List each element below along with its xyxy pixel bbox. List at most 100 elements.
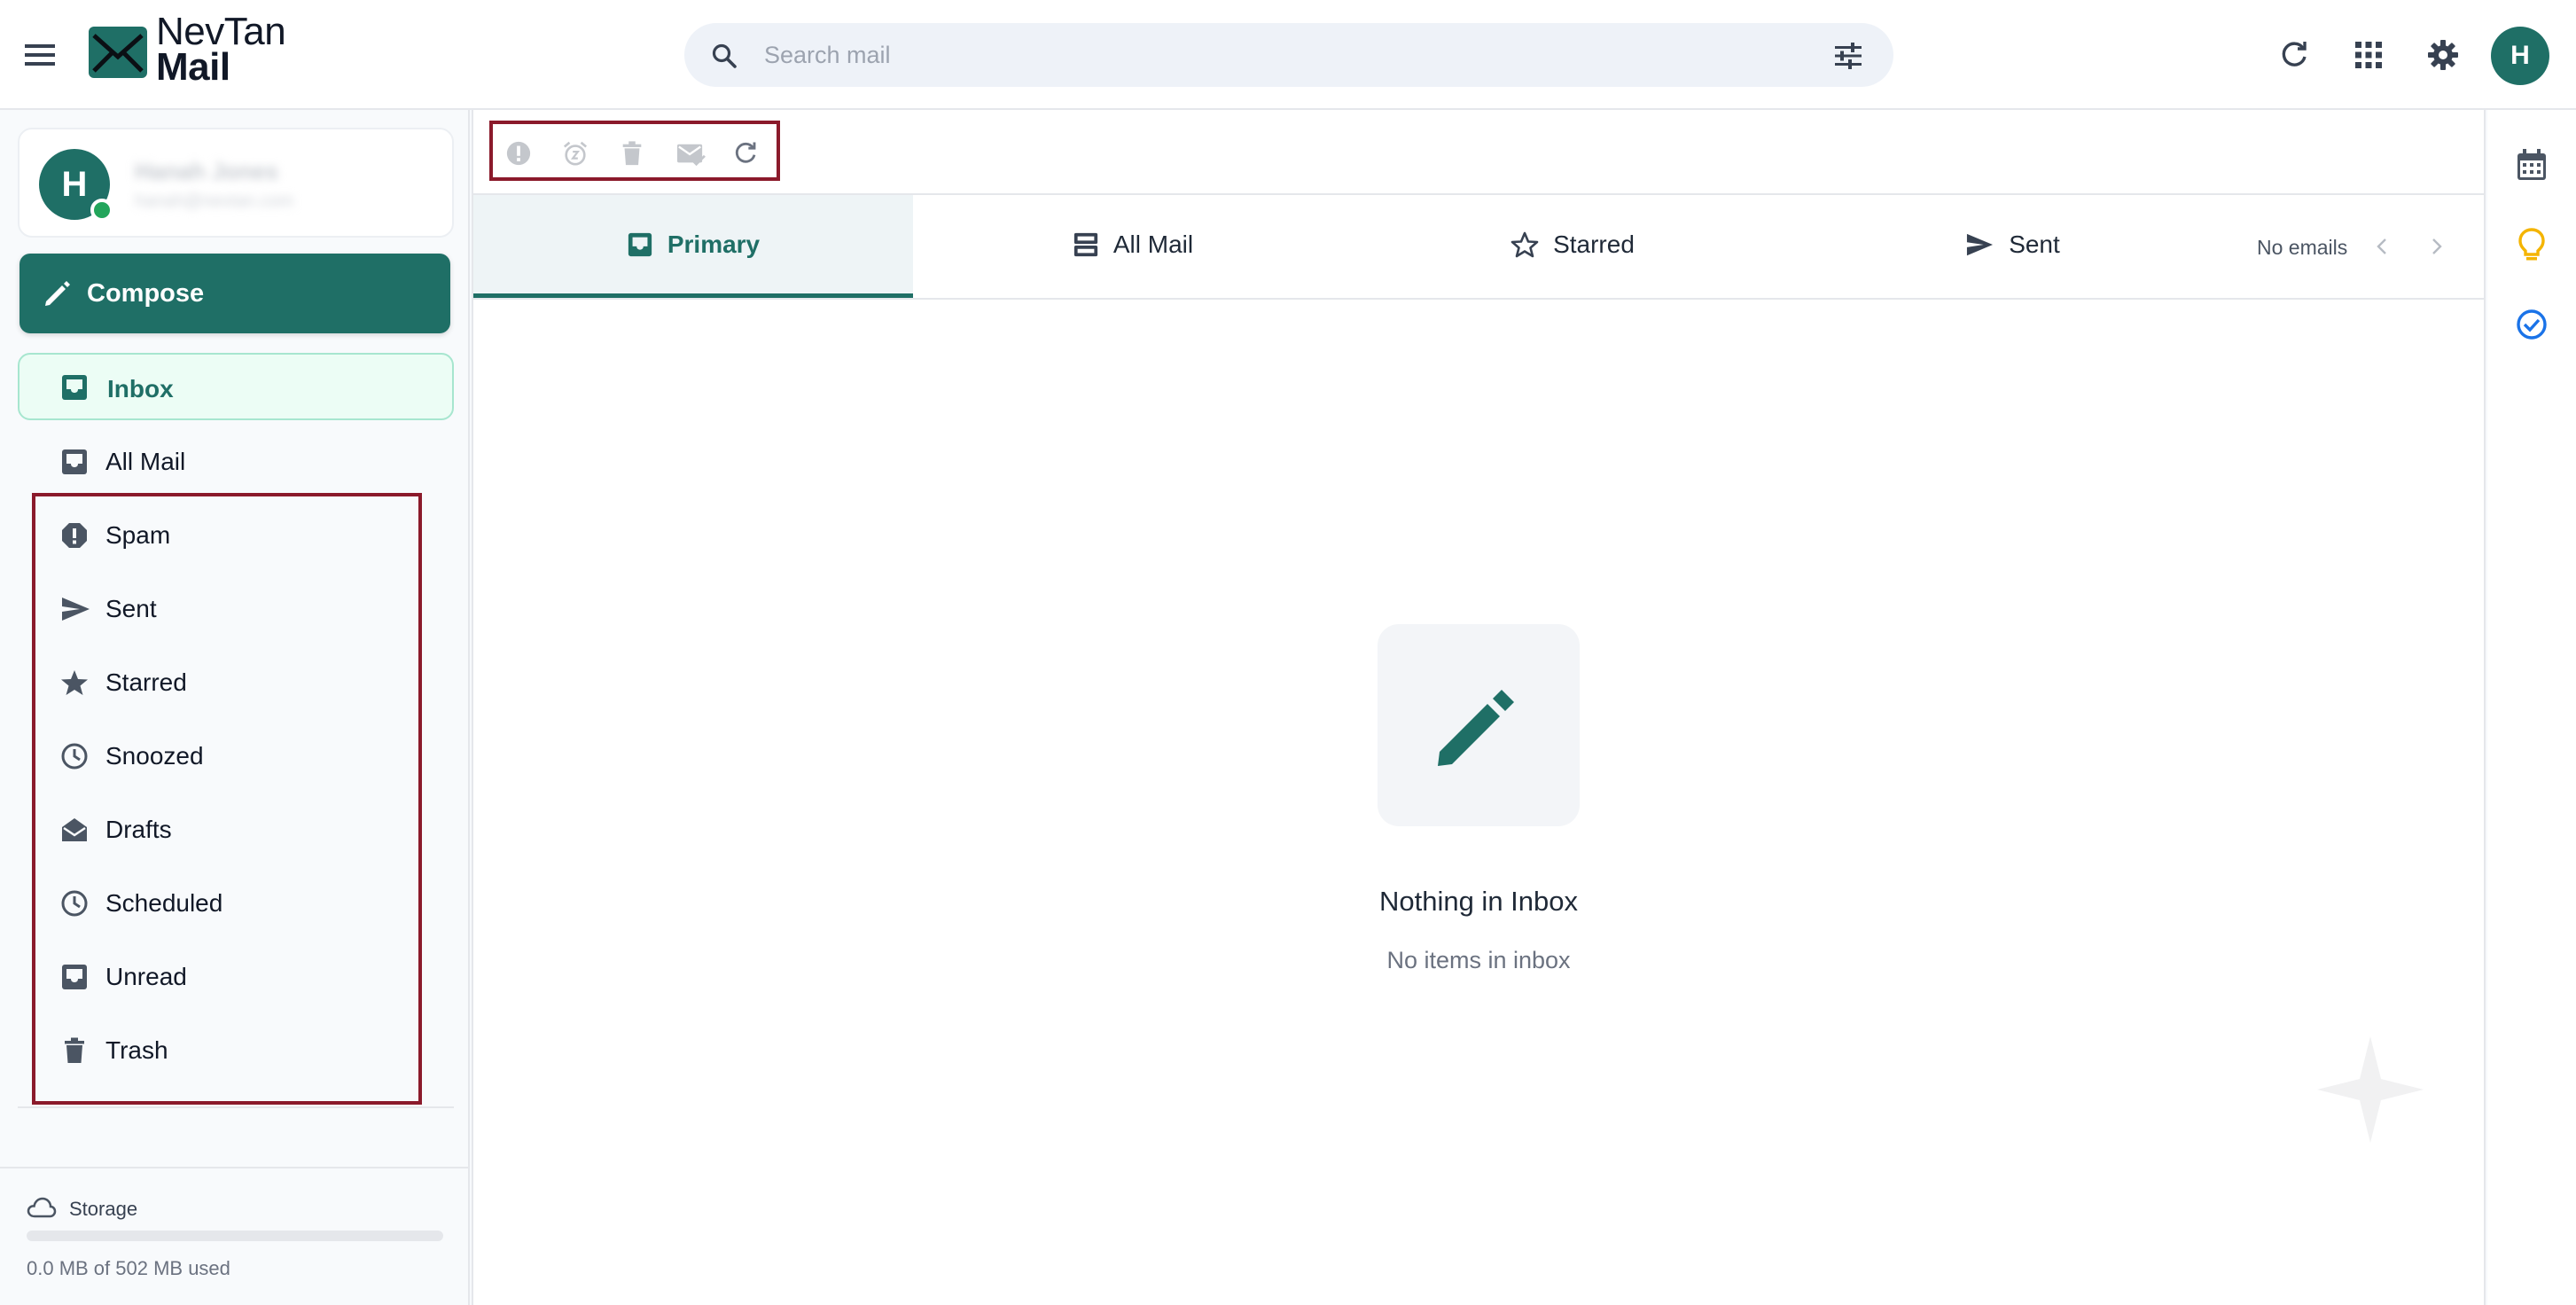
sidebar-item-unread[interactable]: Unread [18, 942, 454, 1010]
mark-read-icon [677, 144, 706, 167]
sidebar-item-trash[interactable]: Trash [18, 1016, 454, 1083]
tasks-button[interactable] [2509, 301, 2555, 348]
search-icon[interactable] [711, 43, 738, 69]
lightbulb-icon [2518, 228, 2545, 261]
online-status-dot [90, 199, 113, 222]
next-page-button[interactable] [2420, 231, 2452, 262]
sidebar-item-starred[interactable]: Starred [18, 648, 454, 715]
pencil-icon [1438, 690, 1514, 766]
trash-icon [65, 1037, 84, 1063]
send-icon [1967, 233, 1994, 256]
account-card[interactable]: H Hanah Jones hanah@nevtan.com [18, 128, 454, 238]
mark-as-read-button[interactable] [672, 137, 707, 168]
settings-button[interactable] [2415, 27, 2471, 83]
tab-all-mail[interactable]: All Mail [913, 195, 1353, 298]
sidebar: H Hanah Jones hanah@nevtan.com Compose I… [0, 110, 470, 1305]
storage-label: Storage [69, 1198, 138, 1220]
tab-primary[interactable]: Primary [473, 195, 913, 298]
gear-icon [2428, 40, 2458, 70]
alarm-clock-icon [563, 141, 588, 166]
chevron-right-icon [2432, 238, 2442, 254]
storage-divider [0, 1167, 470, 1168]
inbox-icon [62, 375, 87, 400]
sidebar-item-label: Drafts [105, 816, 172, 843]
calendar-button[interactable] [2509, 142, 2555, 188]
account-avatar[interactable]: H [2491, 27, 2549, 85]
report-spam-icon [62, 523, 87, 548]
chevron-left-icon [2377, 238, 2386, 254]
logo[interactable] [87, 25, 149, 80]
sidebar-item-label: Sent [105, 595, 157, 622]
empty-state-title: Nothing in Inbox [1378, 886, 1579, 917]
tab-sent[interactable]: Sent [1792, 195, 2232, 298]
refresh-icon [2282, 42, 2307, 66]
sidebar-item-scheduled[interactable]: Scheduled [18, 869, 454, 936]
refresh-list-button[interactable] [729, 137, 764, 168]
mail-envelope-logo-icon [89, 27, 147, 78]
compose-label: Compose [87, 279, 205, 308]
report-spam-icon [506, 141, 531, 166]
send-icon [62, 598, 90, 621]
sidebar-item-label: All Mail [105, 448, 186, 475]
inbox-icon [62, 449, 87, 474]
sidebar-item-all-mail[interactable]: All Mail [18, 427, 454, 495]
empty-state-illustration [1378, 624, 1580, 826]
mail-list-panel: Primary All Mail Starred Sent No emails … [472, 110, 2486, 1305]
tab-label: All Mail [1112, 231, 1194, 258]
storage-progress-bar [27, 1231, 443, 1241]
trash-icon [622, 141, 642, 166]
sidebar-item-label: Snoozed [105, 742, 204, 770]
storage-used-text: 0.0 MB of 502 MB used [27, 1257, 230, 1279]
sidebar-item-snoozed[interactable]: Snoozed [18, 722, 454, 789]
sidebar-item-spam[interactable]: Spam [18, 501, 454, 568]
keep-notes-button[interactable] [2509, 222, 2555, 268]
tab-label: Starred [1553, 231, 1635, 258]
snooze-button[interactable] [558, 137, 594, 168]
report-spam-button[interactable] [502, 137, 537, 168]
cloud-icon [27, 1197, 57, 1218]
clock-icon [61, 743, 88, 770]
side-apps-rail [2487, 110, 2576, 1305]
main-menu-button[interactable] [20, 35, 62, 74]
sidebar-item-sent[interactable]: Sent [18, 574, 454, 642]
all-inbox-icon [1073, 232, 1097, 257]
calendar-icon [2517, 149, 2546, 180]
sidebar-divider [18, 1106, 454, 1108]
category-tabs: Primary All Mail Starred Sent [473, 195, 2484, 300]
delete-button[interactable] [615, 137, 651, 168]
tab-label: Primary [667, 231, 761, 258]
compose-button[interactable]: Compose [20, 254, 450, 333]
previous-page-button[interactable] [2367, 231, 2399, 262]
star-outline-icon [1510, 231, 1539, 258]
empty-state-subtitle: No items in inbox [1386, 947, 1571, 973]
menu-icon [25, 44, 55, 66]
bulk-actions-toolbar [489, 121, 780, 181]
tab-starred[interactable]: Starred [1353, 195, 1792, 298]
star-icon [61, 670, 88, 695]
clock-icon [61, 890, 88, 917]
check-circle-icon [2517, 309, 2547, 340]
refresh-icon [735, 142, 756, 163]
search-input[interactable] [764, 34, 1775, 76]
account-email: hanah@nevtan.com [135, 191, 294, 211]
tune-icon[interactable] [1833, 43, 1863, 69]
drafts-icon [62, 818, 87, 841]
search-bar [684, 23, 1893, 87]
brand-name: NevTan Mail [156, 12, 286, 89]
sidebar-item-label: Inbox [107, 375, 174, 402]
apps-button[interactable] [2340, 27, 2397, 83]
sidebar-item-drafts[interactable]: Drafts [18, 795, 454, 863]
sidebar-item-label: Unread [105, 963, 187, 990]
top-bar: NevTan Mail Search mail H [0, 0, 2576, 110]
sidebar-item-label: Trash [105, 1036, 168, 1064]
brand-line-2: Mail [156, 45, 230, 89]
sidebar-item-inbox[interactable]: Inbox [18, 353, 454, 420]
apps-grid-icon [2355, 42, 2382, 68]
pagination-status: No emails [2257, 236, 2348, 259]
refresh-button[interactable] [2266, 27, 2322, 83]
inbox-icon [62, 965, 87, 989]
sidebar-item-label: Starred [105, 668, 187, 696]
sidebar-item-label: Spam [105, 521, 171, 549]
inbox-icon [628, 232, 652, 257]
pencil-icon [45, 281, 70, 306]
